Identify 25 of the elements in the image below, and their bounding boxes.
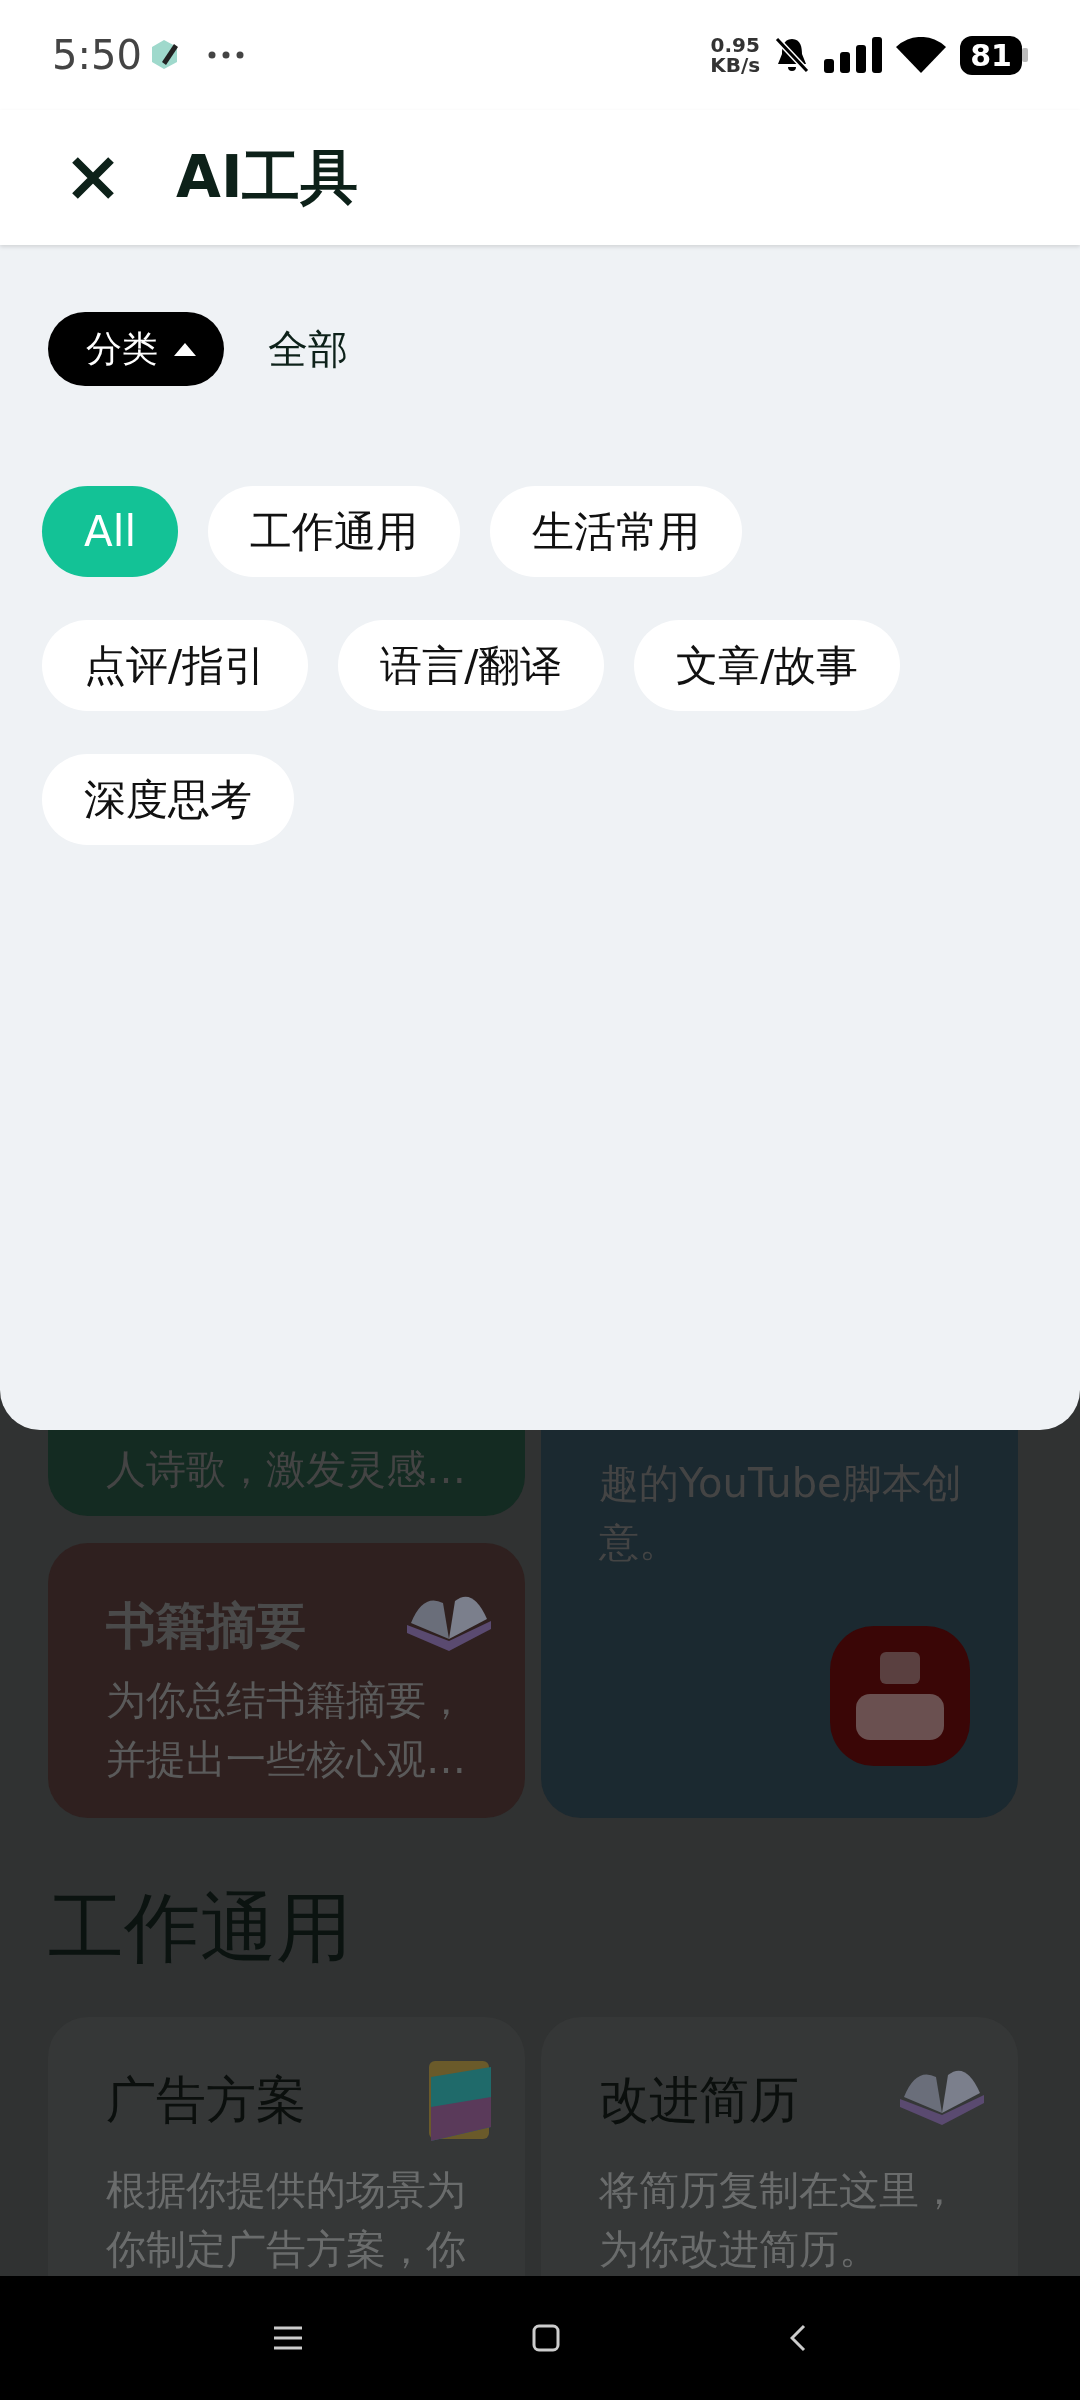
status-time: 5:50 bbox=[52, 32, 142, 78]
category-chip[interactable]: 工作通用 bbox=[208, 486, 461, 577]
category-chip[interactable]: 点评/指引 bbox=[42, 620, 309, 711]
filter-value: 全部 bbox=[268, 324, 348, 374]
wifi-icon bbox=[896, 37, 947, 73]
app-notification-icon bbox=[149, 38, 180, 72]
category-chip[interactable]: 生活常用 bbox=[490, 486, 743, 577]
battery-tip-icon bbox=[1022, 48, 1028, 62]
category-chip[interactable]: 语言/翻译 bbox=[338, 620, 605, 711]
bell-muted-icon bbox=[774, 36, 811, 74]
caret-icon bbox=[172, 341, 198, 357]
page-title: AI工具 bbox=[176, 141, 359, 213]
more-icon bbox=[207, 51, 244, 59]
signal-icon bbox=[824, 37, 883, 73]
menu-icon[interactable] bbox=[274, 2326, 302, 2350]
network-speed-unit: KB/s bbox=[710, 55, 761, 75]
card-description: 为你总结书籍摘要， 并提出一些核心观… bbox=[106, 1676, 467, 1784]
close-button[interactable] bbox=[70, 154, 116, 201]
category-chip[interactable]: 深度思考 bbox=[42, 754, 294, 845]
category-chip[interactable]: 文章/故事 bbox=[634, 620, 901, 711]
battery-level: 81 bbox=[960, 35, 1022, 75]
home-icon[interactable] bbox=[532, 2324, 560, 2352]
back-icon[interactable] bbox=[790, 2324, 806, 2352]
network-speed: 0.95 bbox=[710, 35, 760, 55]
category-dropdown[interactable]: 分类 bbox=[48, 312, 224, 386]
